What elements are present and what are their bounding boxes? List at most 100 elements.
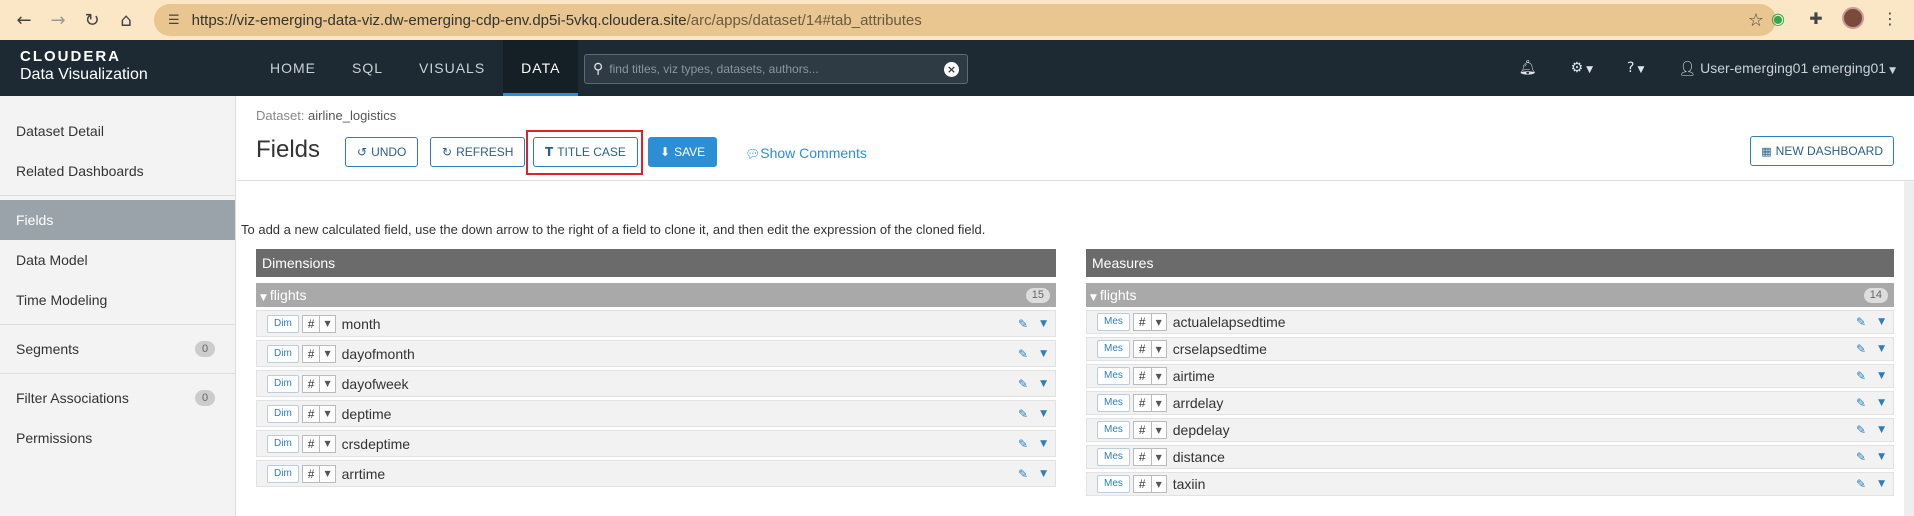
type-selector[interactable]: # ▼ [301, 374, 336, 393]
edit-pencil-icon[interactable]: ✎ [1856, 369, 1866, 383]
edit-pencil-icon[interactable]: ✎ [1018, 437, 1028, 451]
field-row[interactable]: Mes # ▼ distance ✎ ▼ [1086, 445, 1894, 469]
type-selector[interactable]: # ▼ [301, 314, 336, 333]
edit-pencil-icon[interactable]: ✎ [1018, 467, 1028, 481]
role-pill[interactable]: Dim [267, 404, 299, 423]
sidebar-item-filter-associations[interactable]: Filter Associations 0 [0, 378, 235, 418]
chevron-down-icon[interactable]: ▼ [320, 409, 334, 418]
field-row[interactable]: Dim # ▼ month ✎ ▼ [256, 310, 1056, 337]
field-menu-chevron-icon[interactable]: ▼ [1878, 344, 1885, 354]
search-input[interactable] [609, 62, 944, 76]
role-pill[interactable]: Dim [267, 344, 299, 363]
field-row[interactable]: Mes # ▼ depdelay ✎ ▼ [1086, 418, 1894, 442]
field-menu-chevron-icon[interactable]: ▼ [1040, 409, 1047, 419]
role-pill[interactable]: Dim [267, 374, 299, 393]
chevron-down-icon[interactable]: ▼ [1152, 399, 1166, 408]
field-menu-chevron-icon[interactable]: ▼ [1040, 469, 1047, 479]
chevron-down-icon[interactable]: ▼ [1152, 372, 1166, 381]
settings-gear-icon[interactable]: ⚙ ▼ [1571, 60, 1593, 76]
type-selector[interactable]: # ▼ [301, 464, 336, 483]
edit-pencil-icon[interactable]: ✎ [1018, 407, 1028, 421]
field-row[interactable]: Dim # ▼ dayofweek ✎ ▼ [256, 370, 1056, 397]
forward-icon[interactable]: → [44, 6, 72, 34]
type-selector[interactable]: # ▼ [1132, 313, 1167, 331]
sidebar-item-fields[interactable]: Fields [0, 200, 235, 240]
role-pill[interactable]: Dim [267, 464, 299, 483]
edit-pencil-icon[interactable]: ✎ [1856, 315, 1866, 329]
field-row[interactable]: Mes # ▼ airtime ✎ ▼ [1086, 364, 1894, 388]
field-menu-chevron-icon[interactable]: ▼ [1878, 425, 1885, 435]
field-row[interactable]: Mes # ▼ crselapsedtime ✎ ▼ [1086, 337, 1894, 361]
edit-pencil-icon[interactable]: ✎ [1856, 423, 1866, 437]
edit-pencil-icon[interactable]: ✎ [1856, 477, 1866, 491]
bookmark-star-icon[interactable]: ☆ [1748, 10, 1764, 31]
extension-eye-icon[interactable]: ◉ [1766, 6, 1790, 30]
show-comments-link[interactable]: 💬︎Show Comments [745, 145, 867, 161]
chevron-down-icon[interactable]: ▼ [1152, 480, 1166, 489]
dimensions-group-flights[interactable]: ▼ flights 15 [256, 283, 1056, 307]
chevron-down-icon[interactable]: ▼ [320, 439, 334, 448]
chevron-down-icon[interactable]: ▼ [320, 319, 334, 328]
type-selector[interactable]: # ▼ [301, 344, 336, 363]
role-pill[interactable]: Mes [1097, 475, 1130, 493]
nav-visuals[interactable]: VISUALS [401, 40, 503, 96]
sidebar-item-data-model[interactable]: Data Model [0, 240, 235, 280]
reload-icon[interactable]: ↻ [78, 6, 106, 34]
field-row[interactable]: Mes # ▼ actualelapsedtime ✎ ▼ [1086, 310, 1894, 334]
chevron-down-icon[interactable]: ▼ [1152, 453, 1166, 462]
refresh-button[interactable]: ↻ REFRESH [430, 137, 526, 167]
edit-pencil-icon[interactable]: ✎ [1018, 377, 1028, 391]
type-selector[interactable]: # ▼ [1132, 367, 1167, 385]
type-selector[interactable]: # ▼ [1132, 448, 1167, 466]
edit-pencil-icon[interactable]: ✎ [1018, 347, 1028, 361]
help-icon[interactable]: ? ▼ [1627, 60, 1644, 76]
field-row[interactable]: Mes # ▼ arrdelay ✎ ▼ [1086, 391, 1894, 415]
role-pill[interactable]: Mes [1097, 448, 1130, 466]
sidebar-item-time-modeling[interactable]: Time Modeling [0, 280, 235, 320]
field-menu-chevron-icon[interactable]: ▼ [1040, 319, 1047, 329]
undo-button[interactable]: ↺ UNDO [345, 137, 419, 167]
field-row[interactable]: Dim # ▼ arrtime ✎ ▼ [256, 460, 1056, 487]
new-dashboard-button[interactable]: ▦ NEW DASHBOARD [1750, 136, 1894, 166]
nav-home[interactable]: HOME [252, 40, 334, 96]
nav-sql[interactable]: SQL [334, 40, 401, 96]
main-scrollbar[interactable] [1904, 181, 1914, 516]
type-selector[interactable]: # ▼ [1132, 421, 1167, 439]
profile-avatar[interactable] [1842, 7, 1864, 29]
role-pill[interactable]: Mes [1097, 340, 1130, 358]
field-menu-chevron-icon[interactable]: ▼ [1878, 452, 1885, 462]
field-menu-chevron-icon[interactable]: ▼ [1878, 398, 1885, 408]
field-menu-chevron-icon[interactable]: ▼ [1878, 371, 1885, 381]
chevron-down-icon[interactable]: ▼ [1152, 318, 1166, 327]
field-menu-chevron-icon[interactable]: ▼ [1040, 379, 1047, 389]
role-pill[interactable]: Mes [1097, 367, 1130, 385]
field-row[interactable]: Mes # ▼ taxiin ✎ ▼ [1086, 472, 1894, 496]
notifications-bell-icon[interactable]: 🔔︎ [1519, 60, 1537, 76]
chevron-down-icon[interactable]: ▼ [1152, 426, 1166, 435]
back-icon[interactable]: ← [10, 6, 38, 34]
field-menu-chevron-icon[interactable]: ▼ [1878, 317, 1885, 327]
sidebar-item-permissions[interactable]: Permissions [0, 418, 235, 458]
edit-pencil-icon[interactable]: ✎ [1856, 396, 1866, 410]
field-menu-chevron-icon[interactable]: ▼ [1040, 349, 1047, 359]
role-pill[interactable]: Mes [1097, 313, 1130, 331]
browser-menu-icon[interactable]: ⋮ [1878, 6, 1902, 30]
field-menu-chevron-icon[interactable]: ▼ [1878, 479, 1885, 489]
type-selector[interactable]: # ▼ [1132, 340, 1167, 358]
field-row[interactable]: Dim # ▼ crsdeptime ✎ ▼ [256, 430, 1056, 457]
role-pill[interactable]: Mes [1097, 421, 1130, 439]
sidebar-item-related-dashboards[interactable]: Related Dashboards [0, 151, 235, 191]
role-pill[interactable]: Dim [267, 314, 299, 333]
edit-pencil-icon[interactable]: ✎ [1856, 450, 1866, 464]
chevron-down-icon[interactable]: ▼ [1152, 345, 1166, 354]
nav-data[interactable]: DATA [503, 40, 579, 96]
cloudera-logo[interactable]: CLOUDERA Data Visualization [20, 48, 148, 84]
field-menu-chevron-icon[interactable]: ▼ [1040, 439, 1047, 449]
sidebar-item-dataset-detail[interactable]: Dataset Detail [0, 111, 235, 151]
type-selector[interactable]: # ▼ [1132, 394, 1167, 412]
type-selector[interactable]: # ▼ [301, 404, 336, 423]
field-row[interactable]: Dim # ▼ dayofmonth ✎ ▼ [256, 340, 1056, 367]
clear-search-icon[interactable]: × [944, 61, 959, 77]
chevron-down-icon[interactable]: ▼ [320, 379, 334, 388]
role-pill[interactable]: Dim [267, 434, 299, 453]
